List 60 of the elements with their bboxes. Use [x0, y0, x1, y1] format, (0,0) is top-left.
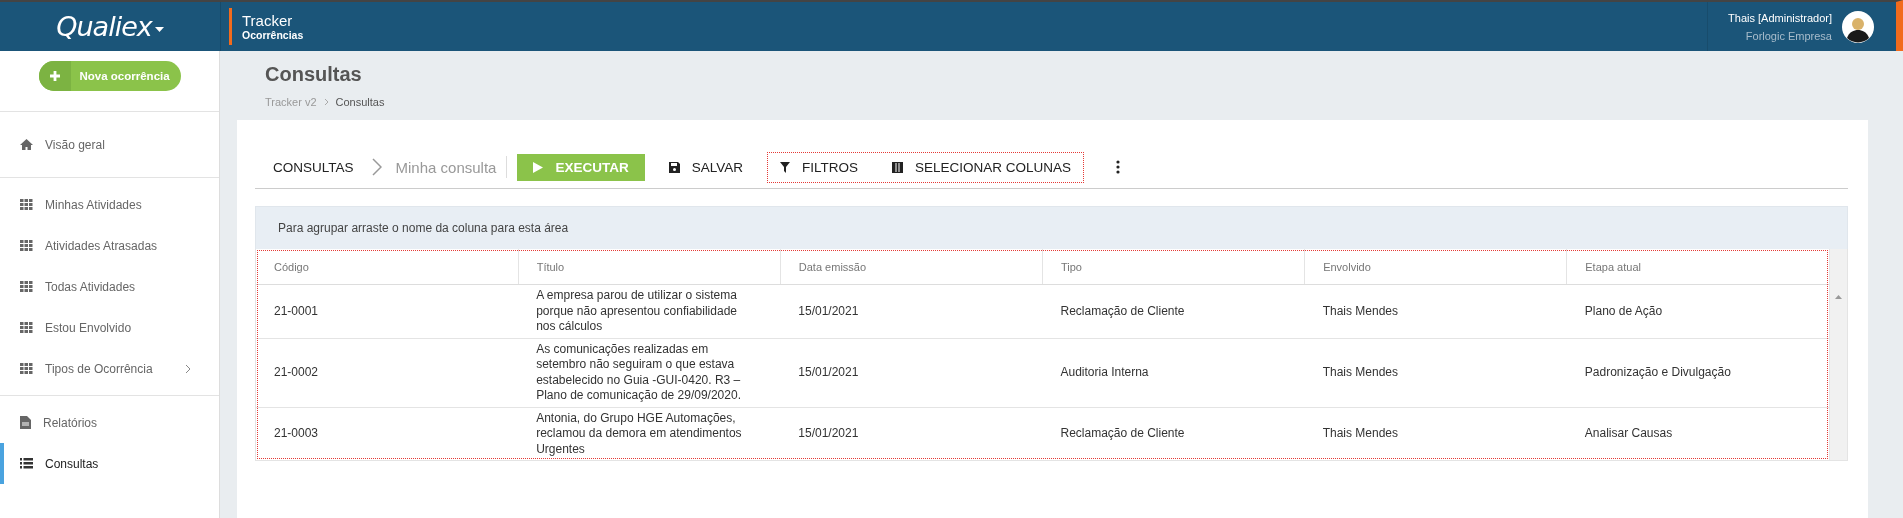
nav-item[interactable]: Consultas	[0, 443, 219, 484]
query-name: Minha consulta	[395, 158, 497, 176]
table-cell: A empresa parou de utilizar o sistema porque não apresentou confiabilidade nos cálculos	[518, 284, 781, 338]
nav-item[interactable]: Tipos de Ocorrência	[0, 348, 219, 389]
table-cell: Reclamação de Cliente	[1042, 284, 1305, 338]
user-name: Thais [Administrador]	[1728, 11, 1832, 24]
column-header[interactable]: Código	[256, 249, 519, 285]
save-button[interactable]: SALVAR	[662, 153, 749, 181]
table-cell: Thais Mendes	[1304, 338, 1567, 407]
table-cell: As comunicações realizadas em setembro não seguiram o que estava estabelecido no Guia -GUI-0420. R3 – Plano de comunicação de 29/09/2020.	[518, 338, 781, 407]
table-cell: Thais Mendes	[1304, 407, 1567, 460]
column-header[interactable]: Tipo	[1042, 249, 1305, 285]
group-panel-hint: Para agrupar arraste o nome da coluna para esta área	[278, 221, 569, 235]
table-cell: 21-0001	[256, 284, 519, 338]
avatar-icon[interactable]	[1842, 10, 1874, 43]
column-header[interactable]: Título	[518, 249, 781, 285]
table-cell: 21-0003	[256, 407, 519, 460]
chevron-right-icon	[371, 158, 382, 176]
document-icon	[20, 416, 31, 429]
caret-icon[interactable]	[154, 27, 164, 32]
filter-icon	[779, 161, 790, 173]
table-cell: Analisar Causas	[1566, 407, 1829, 460]
nav-item[interactable]: Minhas Atividades	[0, 184, 219, 225]
list-icon	[20, 458, 33, 469]
nav-item[interactable]: Atividades Atrasadas	[0, 225, 219, 266]
table-cell: 15/01/2021	[780, 338, 1043, 407]
table-cell: Reclamação de Cliente	[1042, 407, 1305, 460]
chevron-right-icon	[323, 98, 329, 106]
more-options-icon[interactable]	[1116, 160, 1121, 174]
module-title: Tracker	[242, 12, 294, 29]
filters-button[interactable]: FILTROS	[769, 153, 868, 181]
grid-icon	[20, 281, 33, 292]
grid-icon	[20, 240, 33, 251]
grid-icon	[20, 199, 33, 210]
page-title: Consultas	[265, 63, 363, 86]
queries-tab[interactable]: CONSULTAS	[273, 159, 354, 175]
select-columns-button[interactable]: SELECIONAR COLUNAS	[882, 153, 1082, 181]
nav-item[interactable]: Estou Envolvido	[0, 307, 219, 348]
grid-icon	[20, 322, 33, 333]
column-header[interactable]: Data emissão	[780, 249, 1043, 285]
table-cell: Auditoria Interna	[1042, 338, 1305, 407]
logo[interactable]: Qualiex	[56, 11, 152, 42]
grid-icon	[20, 363, 33, 374]
module-subtitle: Ocorrências	[242, 29, 304, 41]
table-cell: Antonia, do Grupo HGE Automações, reclamou da demora em atendimentos Urgentes	[518, 407, 781, 460]
table-cell: 15/01/2021	[780, 284, 1043, 338]
columns-icon	[892, 161, 903, 173]
table-cell: Thais Mendes	[1304, 284, 1567, 338]
play-icon	[533, 161, 544, 173]
nav-item[interactable]: Relatórios	[0, 402, 219, 443]
table-cell: 15/01/2021	[780, 407, 1043, 460]
table-cell: 21-0002	[256, 338, 519, 407]
nav-item[interactable]: Visão geral	[0, 124, 219, 165]
nav-item[interactable]: Todas Atividades	[0, 266, 219, 307]
scrollbar[interactable]	[1829, 249, 1847, 460]
column-header[interactable]: Envolvido	[1304, 249, 1567, 285]
home-icon	[20, 139, 33, 150]
company-name: Forlogic Empresa	[1745, 29, 1832, 42]
chevron-right-icon	[185, 363, 191, 374]
plus-icon	[49, 71, 60, 81]
